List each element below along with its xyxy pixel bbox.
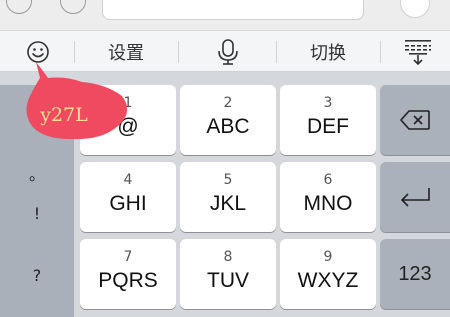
key-number: 4	[123, 172, 133, 188]
key-4[interactable]: 4 GHI	[80, 162, 176, 232]
punctuation-key-exclamation[interactable]: !	[0, 193, 74, 233]
text-input[interactable]	[102, 0, 364, 20]
numbers-key[interactable]: 123	[380, 239, 450, 309]
emoji-icon	[27, 41, 49, 63]
circle-button-icon[interactable]	[6, 0, 32, 14]
voice-button[interactable]	[200, 31, 256, 73]
punctuation-key-question[interactable]: ?	[0, 255, 74, 295]
keyboard-hide-icon	[405, 40, 431, 66]
key-8[interactable]: 8 TUV	[180, 239, 276, 309]
punctuation-label: !	[33, 203, 41, 223]
backspace-key[interactable]	[380, 85, 450, 155]
key-5[interactable]: 5 JKL	[180, 162, 276, 232]
punctuation-key-period[interactable]: 。	[0, 153, 74, 193]
key-label: DEF	[307, 115, 349, 138]
toolbar-divider	[74, 41, 75, 63]
key-number: 6	[323, 172, 333, 188]
top-input-bar	[0, 0, 450, 30]
backspace-icon	[400, 110, 430, 130]
toolbar-divider	[178, 41, 179, 63]
tag-label: y27L	[40, 104, 88, 126]
speech-bubble-tag	[26, 62, 128, 140]
return-icon	[400, 188, 430, 207]
punctuation-label: 。	[28, 165, 45, 184]
circle-button-icon[interactable]	[60, 0, 86, 14]
numbers-key-label: 123	[398, 262, 432, 285]
key-6[interactable]: 6 MNO	[280, 162, 376, 232]
punctuation-label: ?	[32, 265, 42, 285]
key-label: ABC	[206, 115, 250, 138]
return-key[interactable]	[380, 162, 450, 232]
key-label: GHI	[109, 192, 147, 215]
microphone-icon	[218, 39, 238, 65]
key-number: 7	[123, 249, 133, 265]
key-label: MNO	[303, 192, 353, 215]
key-3[interactable]: 3 DEF	[280, 85, 376, 155]
key-number: 5	[223, 172, 233, 188]
toolbar-divider	[380, 41, 381, 63]
key-9[interactable]: 9 WXYZ	[280, 239, 376, 309]
key-7[interactable]: 7 PQRS	[80, 239, 176, 309]
switch-button[interactable]: 切换	[284, 31, 372, 73]
voice-input-button[interactable]	[400, 0, 430, 18]
key-label: TUV	[207, 269, 249, 292]
key-number: 9	[323, 249, 333, 265]
key-number: 2	[223, 95, 233, 111]
switch-label: 切换	[310, 43, 346, 64]
key-label: JKL	[209, 192, 247, 215]
key-number: 3	[323, 95, 333, 111]
hide-keyboard-button[interactable]	[390, 31, 446, 73]
key-number: 8	[223, 249, 233, 265]
key-label: PQRS	[98, 269, 158, 292]
toolbar-divider	[276, 41, 277, 63]
key-label: WXYZ	[297, 269, 359, 292]
key-2[interactable]: 2 ABC	[180, 85, 276, 155]
